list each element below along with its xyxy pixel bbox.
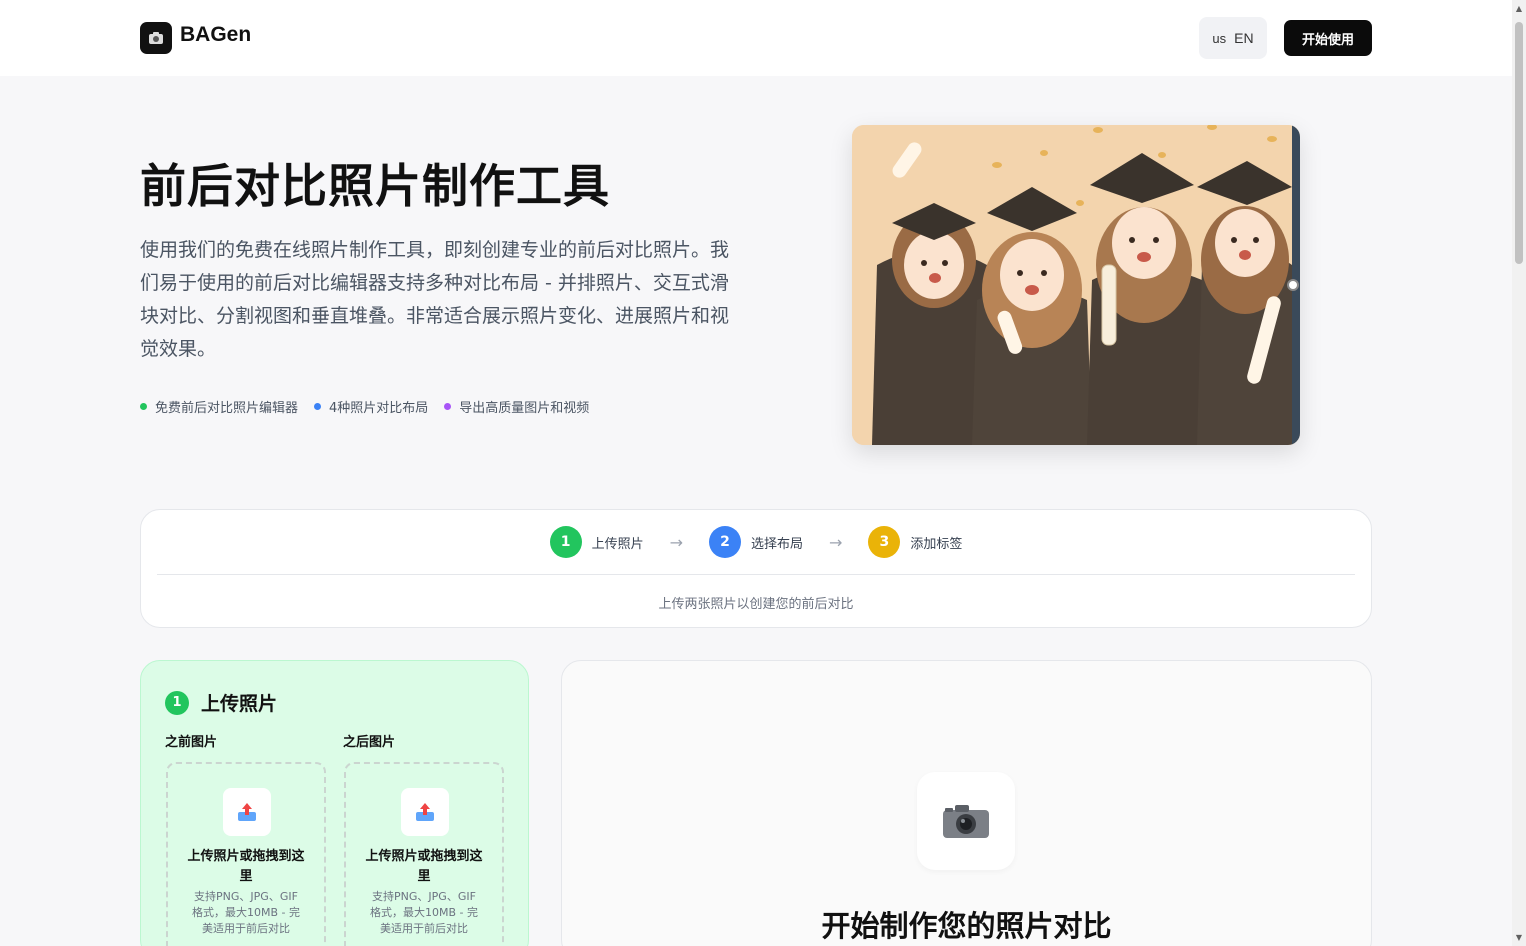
top-navigation-bar: BAGen us EN 开始使用 [0, 0, 1512, 76]
feature-dot-icon [444, 403, 452, 410]
feature-label: 4种照片对比布局 [329, 401, 429, 416]
upload-header: 1 上传照片 [165, 689, 277, 716]
camera-icon [917, 772, 1015, 870]
preview-panel: 开始制作您的照片对比 [561, 660, 1372, 946]
graduates-illustration [852, 125, 1300, 445]
scroll-down-icon[interactable]: ▼ [1514, 933, 1524, 942]
scroll-up-icon[interactable]: ▲ [1514, 4, 1524, 13]
feature-dot-icon [314, 403, 322, 410]
upload-title: 上传照片 [201, 693, 278, 715]
step-number-badge: 3 [868, 526, 901, 558]
feature-label: 免费前后对比照片编辑器 [155, 401, 299, 416]
step-labels[interactable]: 3 添加标签 [868, 526, 962, 558]
step-label: 选择布局 [750, 536, 803, 552]
feature-item: 导出高质量图片和视频 [444, 397, 589, 416]
language-switcher[interactable]: us EN [1199, 17, 1267, 59]
get-started-button[interactable]: 开始使用 [1284, 20, 1372, 56]
before-image-dropzone[interactable]: 上传照片或拖拽到这里 支持PNG、JPG、GIF格式，最大10MB - 完美适用… [166, 762, 326, 946]
upload-icon [401, 788, 449, 836]
hero-comparison-image[interactable] [852, 125, 1300, 445]
comparison-slider-handle[interactable] [1287, 279, 1299, 291]
dropzone-subtitle: 支持PNG、JPG、GIF格式，最大10MB - 完美适用于前后对比 [192, 890, 300, 935]
steps-progress-card: 1 上传照片 → 2 选择布局 → 3 添加标签 上传两张照片以创建您的前后对比 [140, 509, 1372, 628]
upload-icon [223, 788, 271, 836]
dropzone-title: 上传照片或拖拽到这里 [187, 849, 305, 884]
page-title: 前后对比照片制作工具 [140, 159, 610, 213]
step-label: 添加标签 [910, 536, 963, 552]
preview-title: 开始制作您的照片对比 [821, 909, 1112, 943]
after-image-dropzone[interactable]: 上传照片或拖拽到这里 支持PNG、JPG、GIF格式，最大10MB - 完美适用… [344, 762, 504, 946]
upload-panel: 1 上传照片 之前图片 之后图片 上传照片或拖拽到这里 支持PNG、JPG、GI… [140, 660, 529, 946]
before-image-label: 之前图片 [165, 735, 218, 750]
language-label: EN [1234, 30, 1254, 46]
page-scrollbar[interactable]: ▲ ▼ [1512, 0, 1526, 946]
step-number-badge: 1 [165, 690, 189, 715]
steps-row: 1 上传照片 → 2 选择布局 → 3 添加标签 [141, 526, 1371, 558]
feature-item: 4种照片对比布局 [314, 397, 428, 416]
feature-item: 免费前后对比照片编辑器 [140, 397, 298, 416]
step-upload[interactable]: 1 上传照片 [549, 526, 644, 558]
feature-dot-icon [140, 403, 147, 410]
step-layout[interactable]: 2 选择布局 [708, 526, 803, 558]
feature-label: 导出高质量图片和视频 [459, 401, 590, 416]
feature-list: 免费前后对比照片编辑器 4种照片对比布局 导出高质量图片和视频 [140, 397, 589, 416]
dropzone-title: 上传照片或拖拽到这里 [365, 849, 483, 884]
brand-name[interactable]: BAGen [180, 23, 251, 47]
step-number-badge: 2 [708, 526, 741, 558]
step-label: 上传照片 [591, 536, 644, 552]
hero-description: 使用我们的免费在线照片制作工具，即刻创建专业的前后对比照片。我们易于使用的前后对… [140, 239, 730, 360]
dropzone-subtitle: 支持PNG、JPG、GIF格式，最大10MB - 完美适用于前后对比 [370, 890, 478, 935]
arrow-right-icon: → [829, 532, 843, 552]
step-number-badge: 1 [549, 526, 582, 558]
flag-icon: us [1212, 30, 1227, 46]
steps-hint: 上传两张照片以创建您的前后对比 [658, 597, 854, 612]
after-image-label: 之后图片 [343, 735, 396, 750]
scrollbar-thumb[interactable] [1515, 22, 1523, 264]
camera-icon[interactable] [140, 22, 172, 54]
arrow-right-icon: → [669, 532, 683, 552]
divider [157, 574, 1355, 575]
